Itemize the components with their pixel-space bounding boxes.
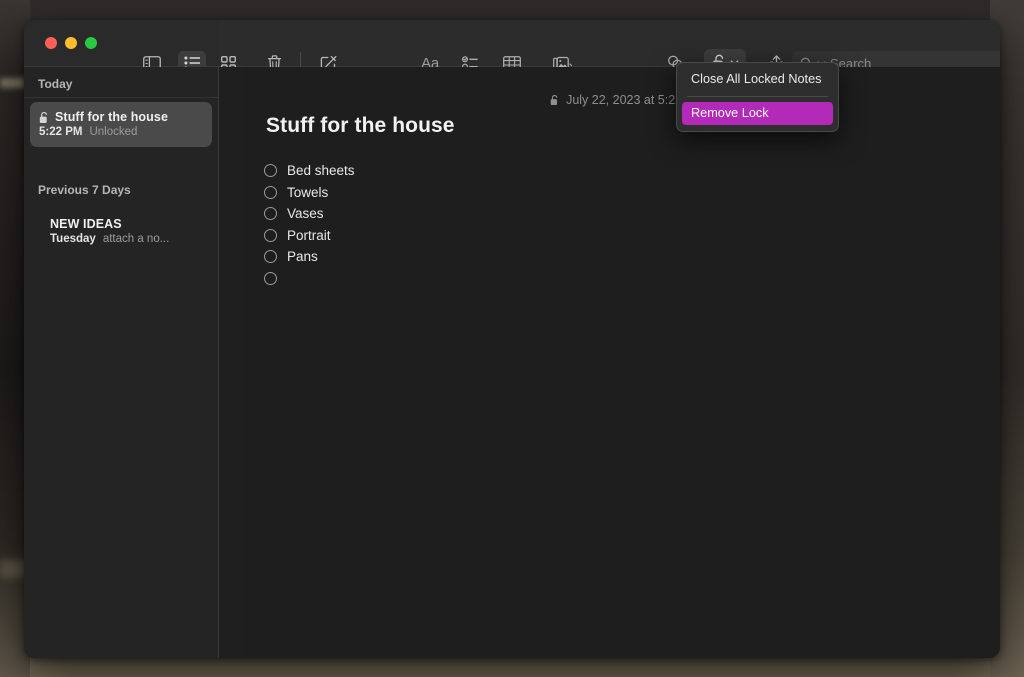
note-title[interactable]: Stuff for the house <box>266 114 455 138</box>
sidebar-note-new-ideas[interactable]: NEW IDEAS Tuesday attach a no... <box>30 209 212 254</box>
menu-item-remove-lock[interactable]: Remove Lock <box>682 102 833 125</box>
sidebar-note-title: Stuff for the house <box>55 110 169 124</box>
desktop-highlight <box>0 78 26 88</box>
sidebar-note-time: 5:22 PM <box>39 126 83 138</box>
close-window-button[interactable] <box>45 37 57 49</box>
checklist-item-label: Vases <box>287 206 324 222</box>
sidebar-note-meta: Tuesday attach a no... <box>50 233 203 245</box>
note-date-row: July 22, 2023 at 5:22 P <box>244 93 1000 107</box>
sidebar-note-stuff-for-the-house[interactable]: Stuff for the house 5:22 PM Unlocked <box>30 102 212 147</box>
sidebar-note-title-line: Stuff for the house <box>39 110 203 124</box>
window-toolbar: Aa Search <box>24 20 1000 76</box>
sidebar-note-preview: Unlocked <box>89 126 138 138</box>
checklist-item-empty[interactable] <box>264 268 684 290</box>
checklist-item[interactable]: Pans <box>264 246 684 268</box>
unlock-icon <box>39 111 47 123</box>
sidebar-section-header-previous-7-days: Previous 7 Days <box>38 183 131 197</box>
checklist-item-label: Pans <box>287 249 318 265</box>
note-date-text: July 22, 2023 at 5:22 P <box>566 93 694 107</box>
notes-sidebar: Today Stuff for the house 5:22 PM Unlock… <box>24 67 219 658</box>
sidebar-note-time: Tuesday <box>50 233 96 245</box>
sidebar-note-title-line: NEW IDEAS <box>50 217 203 231</box>
checkbox-circle[interactable] <box>264 250 277 264</box>
lock-dropdown-menu[interactable]: Close All Locked Notes Remove Lock <box>676 62 839 132</box>
maximize-window-button[interactable] <box>85 37 97 49</box>
traffic-light-buttons[interactable] <box>45 37 97 49</box>
checklist-item-label: Towels <box>287 184 329 200</box>
note-editor[interactable]: July 22, 2023 at 5:22 P Stuff for the ho… <box>244 67 1000 658</box>
checklist-item[interactable]: Vases <box>264 203 684 225</box>
unlock-icon <box>550 95 558 105</box>
notes-window: Aa Search Today Stuff for the house 5:22… <box>24 20 1000 658</box>
checkbox-circle[interactable] <box>264 207 277 221</box>
minimize-window-button[interactable] <box>65 37 77 49</box>
sidebar-content-gap <box>219 67 244 658</box>
sidebar-note-preview: attach a no... <box>102 233 170 245</box>
checklist-item-label: Bed sheets <box>287 163 355 179</box>
menu-item-close-all-locked-notes[interactable]: Close All Locked Notes <box>682 68 833 91</box>
checklist-item[interactable]: Bed sheets <box>264 160 684 182</box>
note-checklist[interactable]: Bed sheets Towels Vases Portrait Pans <box>264 160 684 289</box>
sidebar-note-title: NEW IDEAS <box>50 217 122 231</box>
checklist-item-label: Portrait <box>287 227 331 243</box>
desktop-background: Aa Search Today Stuff for the house 5:22… <box>0 0 1024 677</box>
checklist-item[interactable]: Towels <box>264 182 684 204</box>
menu-divider <box>687 96 828 97</box>
checkbox-circle[interactable] <box>264 164 277 178</box>
sidebar-section-rule <box>24 97 218 98</box>
checkbox-circle[interactable] <box>264 228 277 242</box>
checkbox-circle[interactable] <box>264 271 277 285</box>
sidebar-note-meta: 5:22 PM Unlocked <box>39 126 203 138</box>
checkbox-circle[interactable] <box>264 185 277 199</box>
checklist-item[interactable]: Portrait <box>264 225 684 247</box>
sidebar-section-header-today: Today <box>38 77 73 91</box>
